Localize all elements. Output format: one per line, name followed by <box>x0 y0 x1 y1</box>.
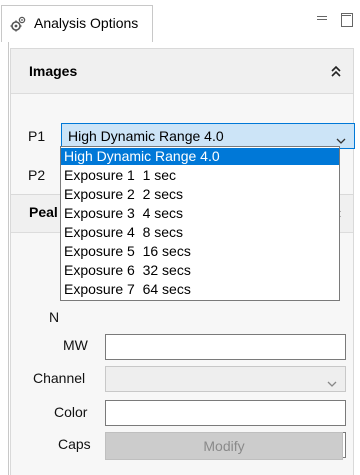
double-chevron-up-icon[interactable] <box>331 64 341 78</box>
dropdown-option[interactable]: Exposure 5 16 secs <box>61 243 339 260</box>
color-field[interactable] <box>105 400 346 426</box>
maximize-icon[interactable] <box>341 13 355 27</box>
dropdown-option[interactable]: Exposure 1 1 sec <box>61 167 339 184</box>
caps-label: Caps <box>58 436 91 452</box>
tab-bar: Analysis Options <box>0 0 360 42</box>
color-label: Color <box>54 404 88 420</box>
images-section-title: Images <box>29 63 78 79</box>
name-label: N <box>49 309 60 325</box>
p1-select-value: High Dynamic Range 4.0 <box>68 128 224 144</box>
channel-label: Channel <box>33 370 86 386</box>
peaks-section-title: Peal <box>29 204 58 220</box>
mw-field[interactable] <box>105 334 346 360</box>
dropdown-option[interactable]: Exposure 4 8 secs <box>61 224 339 241</box>
channel-select[interactable] <box>105 366 346 392</box>
gears-icon <box>9 15 27 33</box>
chevron-down-icon <box>336 132 346 144</box>
dropdown-option[interactable]: Exposure 6 32 secs <box>61 262 339 279</box>
p2-label: P2 <box>28 167 46 183</box>
p1-dropdown-list: High Dynamic Range 4.0 Exposure 1 1 sec … <box>60 146 340 301</box>
tab-analysis-options[interactable]: Analysis Options <box>1 5 153 42</box>
mw-label: MW <box>63 337 88 353</box>
p1-label: P1 <box>28 128 46 144</box>
minimize-icon[interactable] <box>316 13 330 25</box>
modify-button[interactable]: Modify <box>105 432 343 460</box>
dropdown-option[interactable]: Exposure 7 64 secs <box>61 281 339 298</box>
tab-title: Analysis Options <box>34 15 139 31</box>
images-section-header[interactable]: Images <box>11 49 353 94</box>
dropdown-option[interactable]: High Dynamic Range 4.0 <box>61 148 339 165</box>
dropdown-option[interactable]: Exposure 3 4 secs <box>61 205 339 222</box>
chevron-down-icon <box>327 375 337 387</box>
dropdown-option[interactable]: Exposure 2 2 secs <box>61 186 339 203</box>
